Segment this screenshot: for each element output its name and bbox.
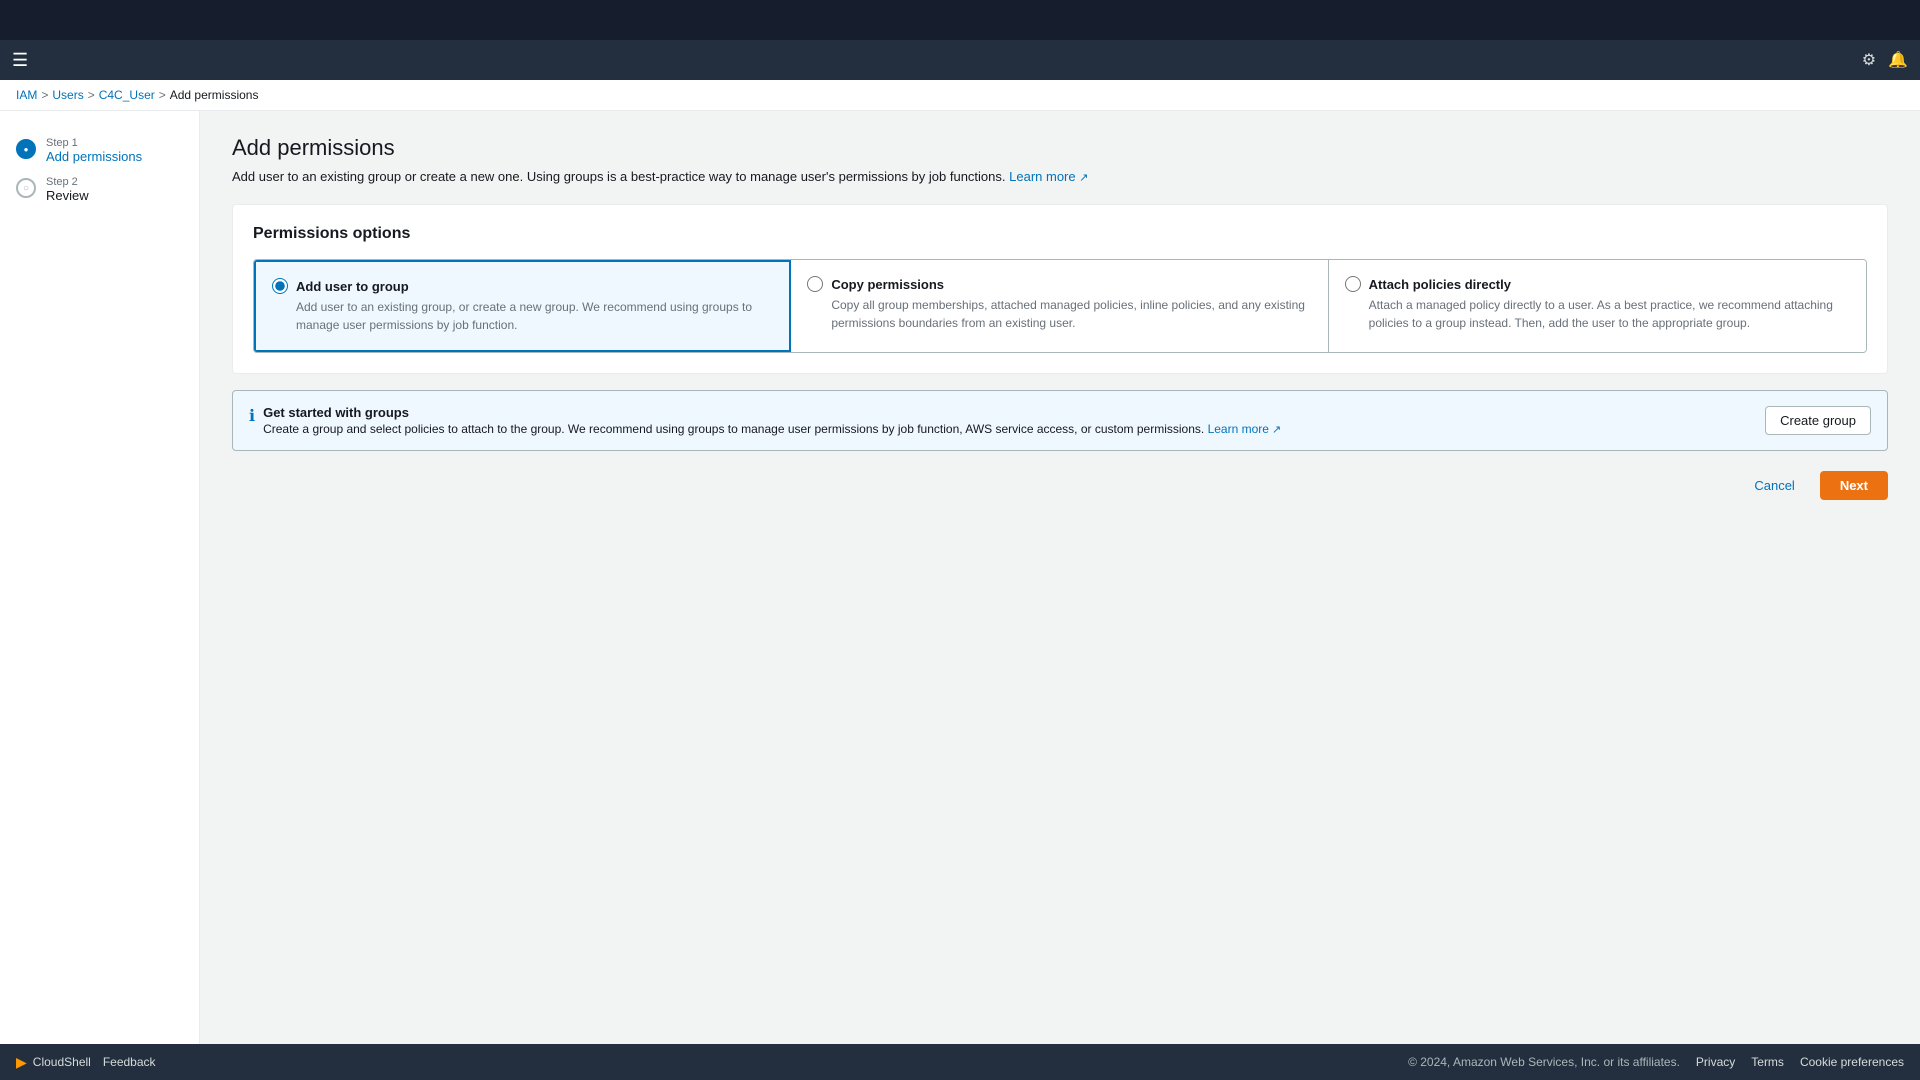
info-desc: Create a group and select policies to at… bbox=[263, 422, 1281, 436]
settings-icon[interactable]: ⚙ bbox=[1862, 50, 1876, 70]
step-1-number: Step 1 bbox=[46, 137, 142, 149]
nav-bar: ☰ ⚙ 🔔 bbox=[0, 40, 1920, 80]
cloudshell-brand[interactable]: ▶ CloudShell bbox=[16, 1054, 91, 1071]
breadcrumb-iam[interactable]: IAM bbox=[16, 88, 37, 102]
option-add-user-to-group[interactable]: Add user to group Add user to an existin… bbox=[254, 260, 791, 352]
cancel-button[interactable]: Cancel bbox=[1739, 471, 1809, 500]
step-2-item: ○ Step 2 Review bbox=[0, 170, 199, 209]
step-1-labels: Step 1 Add permissions bbox=[46, 137, 142, 164]
feedback-link[interactable]: Feedback bbox=[103, 1055, 156, 1069]
action-row: Cancel Next bbox=[232, 471, 1888, 500]
option-3-title: Attach policies directly bbox=[1369, 277, 1511, 292]
option-3-header: Attach policies directly bbox=[1345, 276, 1850, 292]
breadcrumb-current: Add permissions bbox=[170, 88, 259, 102]
footer-left: ▶ CloudShell Feedback bbox=[16, 1054, 156, 1071]
option-1-radio[interactable] bbox=[272, 278, 288, 294]
sidebar: Step 1 Add permissions ○ Step 2 Review bbox=[0, 111, 200, 1044]
options-grid: Add user to group Add user to an existin… bbox=[253, 259, 1867, 353]
option-1-title: Add user to group bbox=[296, 279, 409, 294]
get-started-ext-icon: ↗ bbox=[1269, 424, 1281, 436]
footer-copyright: © 2024, Amazon Web Services, Inc. or its… bbox=[1408, 1055, 1680, 1069]
breadcrumb-sep-1: > bbox=[41, 88, 48, 102]
option-2-title: Copy permissions bbox=[831, 277, 944, 292]
get-started-box: ℹ Get started with groups Create a group… bbox=[232, 390, 1888, 451]
permissions-options-section: Permissions options Add user to group Ad… bbox=[232, 204, 1888, 374]
cloudshell-label[interactable]: CloudShell bbox=[33, 1055, 91, 1069]
permissions-options-title: Permissions options bbox=[253, 225, 1867, 243]
info-content: Get started with groups Create a group a… bbox=[263, 405, 1281, 436]
step-1-name: Add permissions bbox=[46, 149, 142, 164]
cookie-link[interactable]: Cookie preferences bbox=[1800, 1055, 1904, 1069]
page-description: Add user to an existing group or create … bbox=[232, 169, 1888, 184]
info-icon: ℹ bbox=[249, 406, 255, 426]
step-2-circle: ○ bbox=[16, 178, 36, 198]
info-box-left: ℹ Get started with groups Create a group… bbox=[249, 405, 1281, 436]
step-1-item: Step 1 Add permissions bbox=[0, 131, 199, 170]
option-3-radio[interactable] bbox=[1345, 276, 1361, 292]
footer-right: © 2024, Amazon Web Services, Inc. or its… bbox=[1408, 1055, 1904, 1069]
step-1-circle bbox=[16, 139, 36, 159]
breadcrumb: IAM > Users > C4C_User > Add permissions bbox=[0, 80, 1920, 111]
main-layout: Step 1 Add permissions ○ Step 2 Review A… bbox=[0, 111, 1920, 1044]
option-2-desc: Copy all group memberships, attached man… bbox=[807, 296, 1311, 332]
bell-icon[interactable]: 🔔 bbox=[1888, 50, 1908, 70]
option-1-header: Add user to group bbox=[272, 278, 773, 294]
breadcrumb-sep-3: > bbox=[159, 88, 166, 102]
footer: ▶ CloudShell Feedback © 2024, Amazon Web… bbox=[0, 1044, 1920, 1080]
step-2-labels: Step 2 Review bbox=[46, 176, 89, 203]
option-copy-permissions[interactable]: Copy permissions Copy all group membersh… bbox=[791, 260, 1328, 352]
breadcrumb-sep-2: > bbox=[88, 88, 95, 102]
breadcrumb-user[interactable]: C4C_User bbox=[99, 88, 155, 102]
option-2-radio[interactable] bbox=[807, 276, 823, 292]
breadcrumb-users[interactable]: Users bbox=[52, 88, 83, 102]
cloudshell-icon: ▶ bbox=[16, 1054, 27, 1071]
option-attach-policies[interactable]: Attach policies directly Attach a manage… bbox=[1329, 260, 1866, 352]
step-2-number: Step 2 bbox=[46, 176, 89, 188]
info-title: Get started with groups bbox=[263, 405, 1281, 420]
option-2-header: Copy permissions bbox=[807, 276, 1311, 292]
content-area: Add permissions Add user to an existing … bbox=[200, 111, 1920, 1044]
page-learn-more-link[interactable]: Learn more ↗ bbox=[1009, 169, 1088, 184]
privacy-link[interactable]: Privacy bbox=[1696, 1055, 1735, 1069]
create-group-button[interactable]: Create group bbox=[1765, 406, 1871, 435]
step-2-name: Review bbox=[46, 188, 89, 203]
top-bar bbox=[0, 0, 1920, 40]
option-1-desc: Add user to an existing group, or create… bbox=[272, 298, 773, 334]
learn-more-ext-icon: ↗ bbox=[1079, 172, 1088, 184]
hamburger-icon[interactable]: ☰ bbox=[12, 50, 28, 71]
option-3-desc: Attach a managed policy directly to a us… bbox=[1345, 296, 1850, 332]
page-title: Add permissions bbox=[232, 135, 1888, 161]
next-button[interactable]: Next bbox=[1820, 471, 1888, 500]
get-started-learn-more[interactable]: Learn more ↗ bbox=[1208, 422, 1282, 436]
terms-link[interactable]: Terms bbox=[1751, 1055, 1784, 1069]
